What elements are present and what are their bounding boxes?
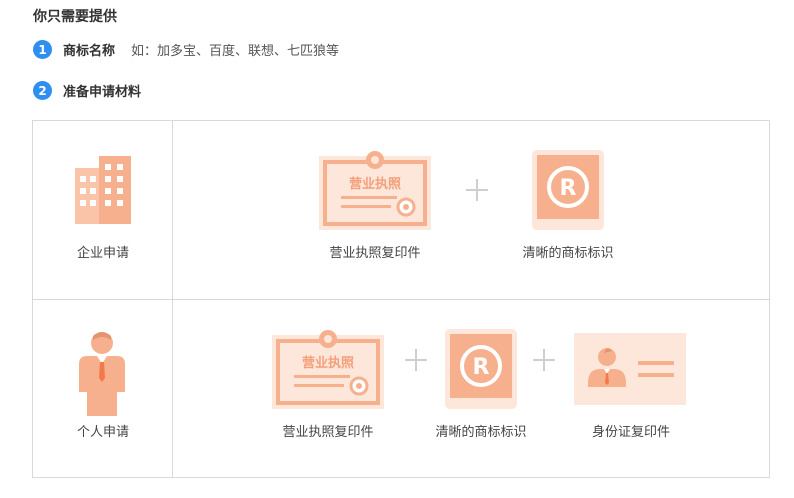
plus-icon [405,349,427,371]
license-title: 营业执照 [301,356,354,371]
row-label-enterprise: 企业申请 [76,246,129,261]
table-divider [33,299,769,300]
step-label: 准备申请材料 [63,85,142,100]
step-label: 商标名称 [63,44,116,59]
caption-business-license: 营业执照复印件 [329,246,421,261]
step-description: 如：加多宝、百度、联想、七匹狼等 [131,44,340,59]
id-card-icon [574,333,686,405]
trademark-r-icon: R [532,150,604,230]
caption-business-license: 营业执照复印件 [282,425,374,440]
plus-icon [466,179,488,201]
step-trademark-name: 1 商标名称 如：加多宝、百度、联想、七匹狼等 [33,40,339,59]
materials-table: 企业申请 营业执照 营业执照复印件 R 清晰的商标标识 个人申请 营业执照 营业… [32,120,770,478]
person-icon [79,332,125,416]
building-icon [75,156,131,224]
svg-text:R: R [473,355,490,380]
license-title: 营业执照 [348,177,401,192]
trademark-r-icon: R [445,329,517,409]
caption-id-card: 身份证复印件 [591,425,670,440]
caption-trademark-logo: 清晰的商标标识 [435,425,527,440]
row-label-personal: 个人申请 [76,425,129,440]
caption-trademark-logo: 清晰的商标标识 [522,246,614,261]
svg-text:R: R [560,176,577,201]
step-number-badge: 2 [33,81,52,100]
section-title: 你只需要提供 [33,9,117,25]
step-number-badge: 1 [33,40,52,59]
plus-icon [533,349,555,371]
step-prepare-materials: 2 准备申请材料 [33,81,141,100]
